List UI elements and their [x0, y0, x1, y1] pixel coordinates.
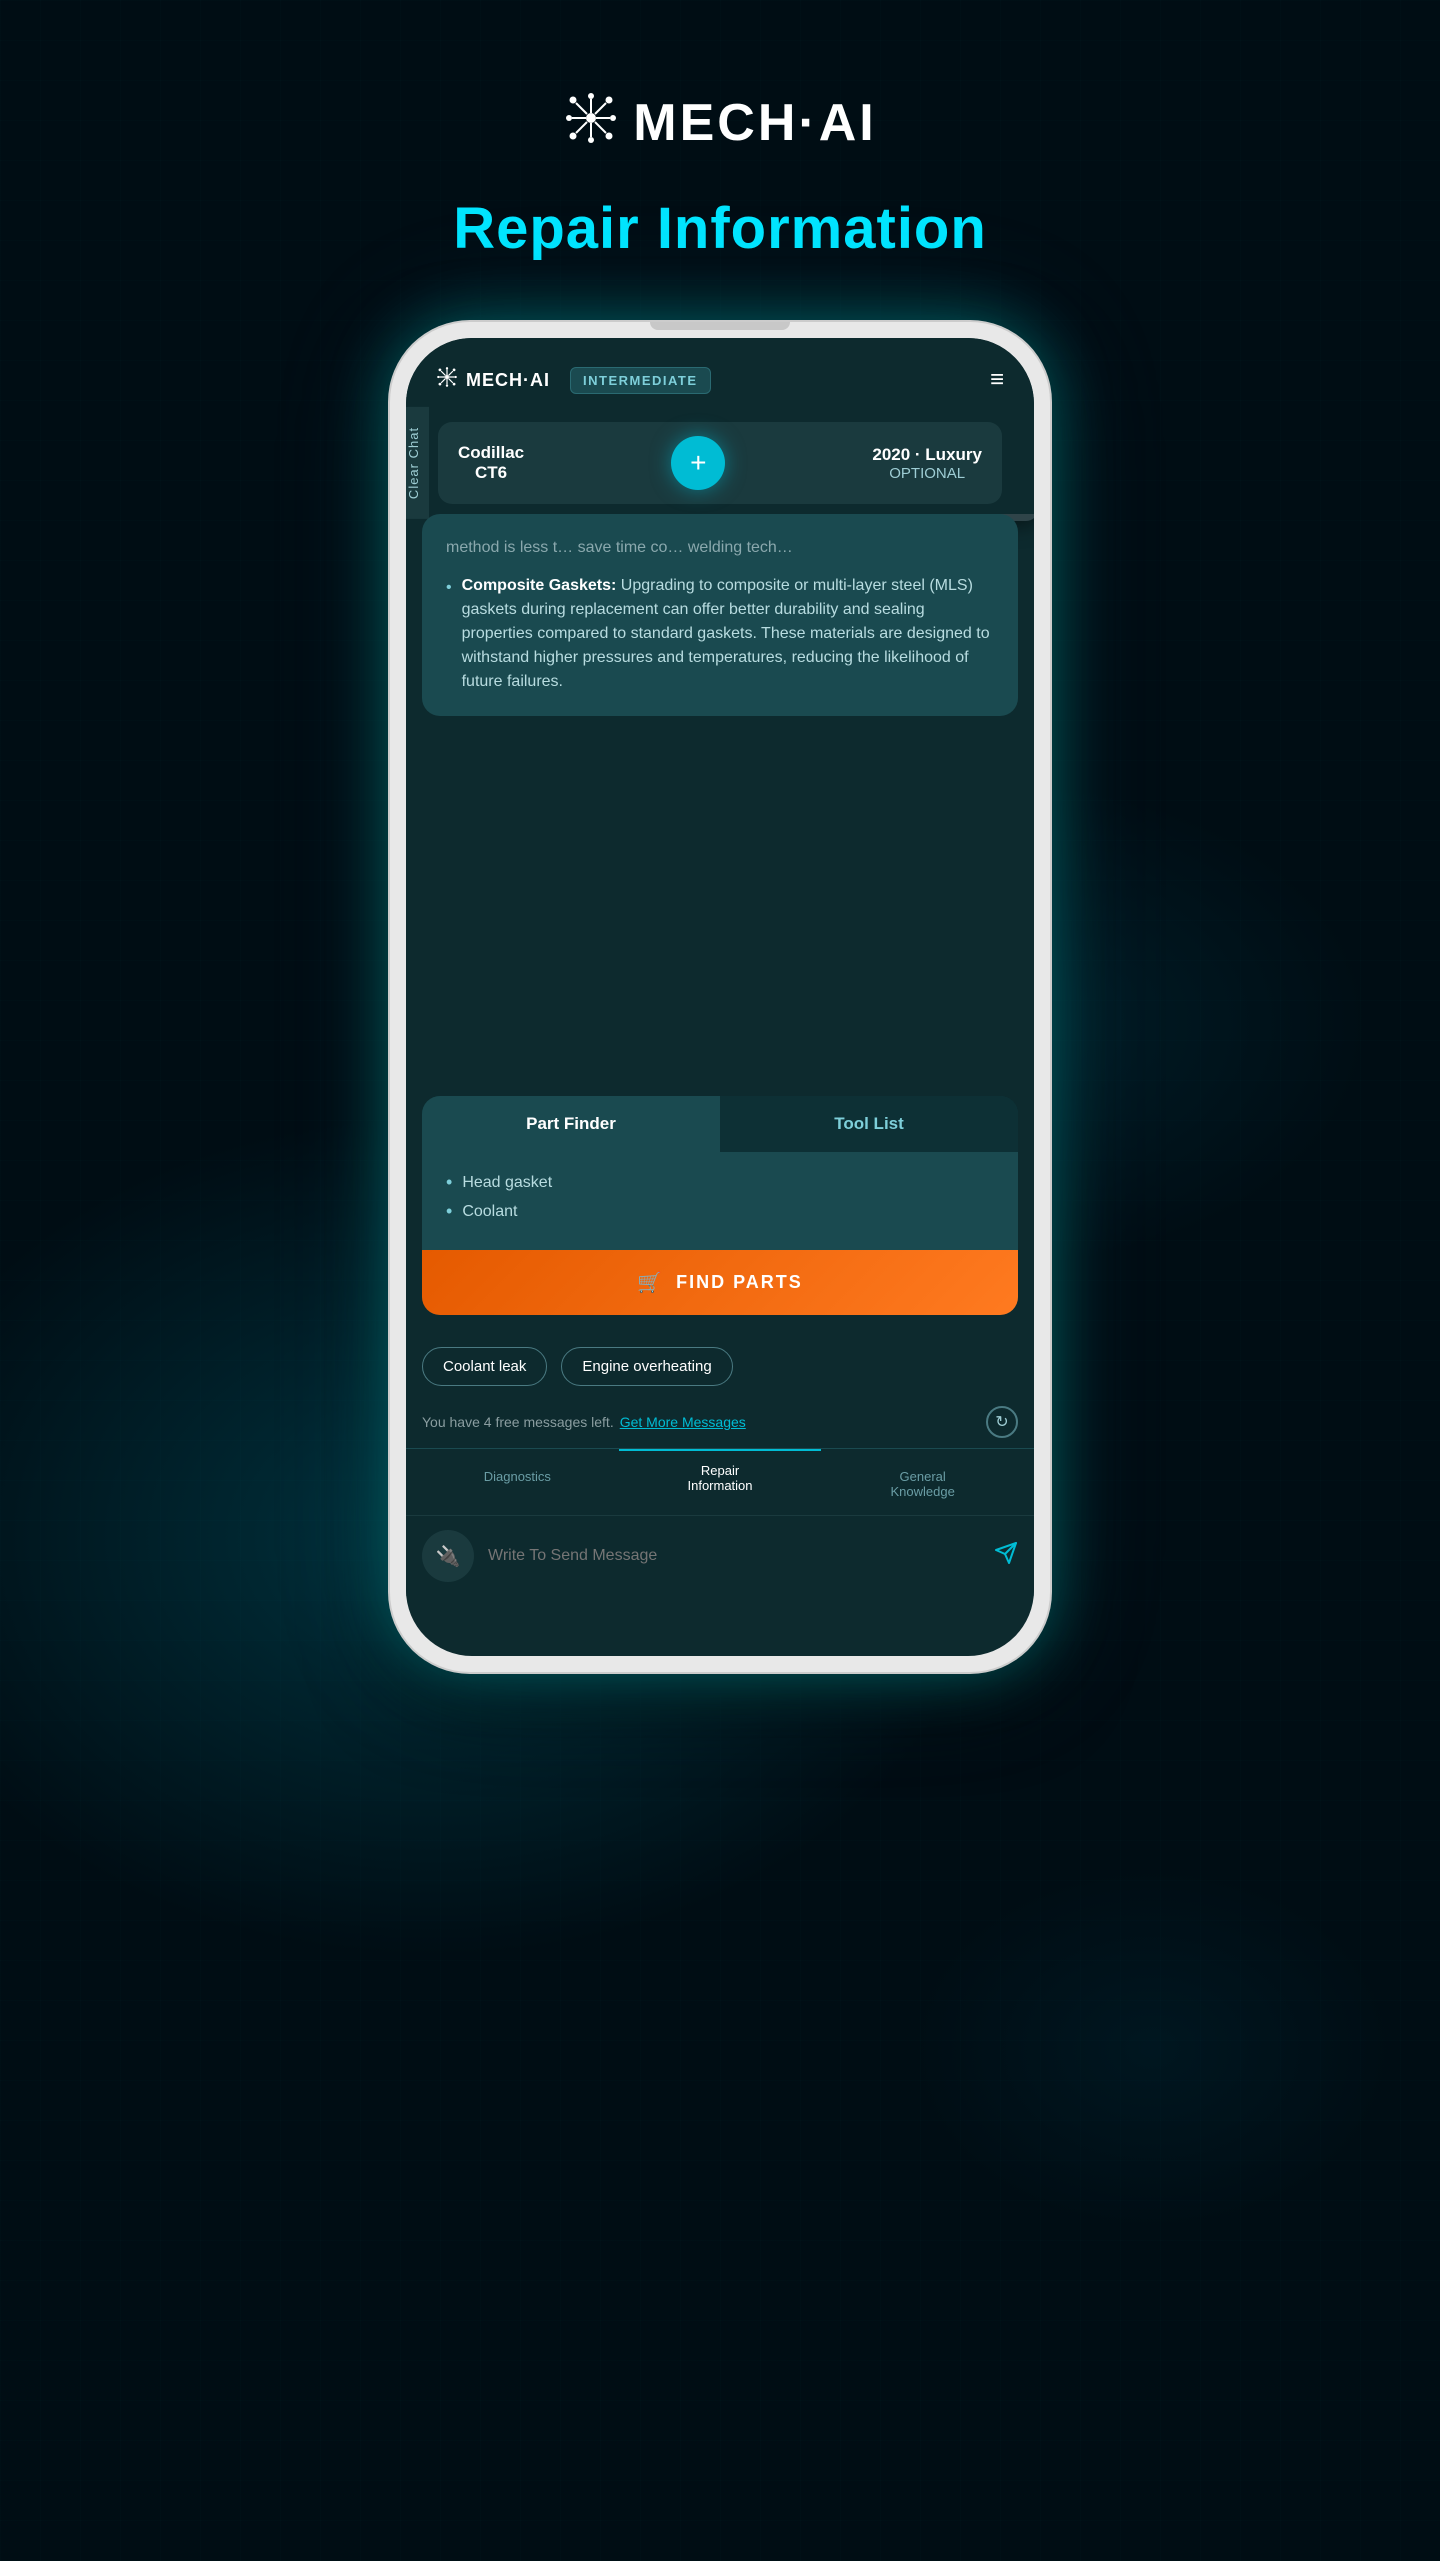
parts-list: • Head gasket • Coolant — [422, 1152, 1018, 1250]
find-parts-button[interactable]: 🛒 FIND PARTS — [422, 1250, 1018, 1315]
bullet-icon-2: • — [446, 1201, 452, 1222]
small-logo-text: MECH·AI — [466, 370, 550, 391]
nav-repair-info[interactable]: RepairInformation — [619, 1449, 822, 1505]
logo-circuit-icon — [563, 90, 619, 155]
part-name-coolant: Coolant — [462, 1203, 517, 1221]
part-item-gasket: • Head gasket — [446, 1172, 994, 1193]
car-info-left: Codillac CT6 — [458, 443, 524, 483]
chip-coolant-leak[interactable]: Coolant leak — [422, 1347, 547, 1386]
part-finder-card: Part Finder Tool List • Head gasket • Co… — [422, 1096, 1018, 1315]
part-item-coolant: • Coolant — [446, 1201, 994, 1222]
part-finder-tabs: Part Finder Tool List — [422, 1096, 1018, 1152]
small-circuit-icon — [436, 366, 458, 394]
message-composite: • Composite Gaskets: Upgrading to compos… — [446, 574, 994, 694]
app-logo: MECH·AI — [563, 90, 876, 155]
page-title: Repair Information — [453, 195, 987, 262]
car-model: Codillac — [458, 443, 524, 463]
refresh-icon[interactable]: ↻ — [986, 1406, 1018, 1438]
get-more-messages-link[interactable]: Get More Messages — [620, 1414, 746, 1430]
message-truncated: method is less t… save time co… welding … — [446, 536, 994, 560]
bottom-nav: Diagnostics RepairInformation GeneralKno… — [406, 1448, 1034, 1515]
level-badge: INTERMEDIATE — [570, 367, 711, 394]
quick-chips-container: Coolant leak Engine overheating — [406, 1331, 1034, 1396]
car-year: 2020 · Luxury — [872, 445, 982, 465]
chip-engine-overheating[interactable]: Engine overheating — [561, 1347, 732, 1386]
obd-icon: 🔌 — [422, 1530, 474, 1582]
find-parts-label: FIND PARTS — [676, 1272, 803, 1293]
cart-icon: 🛒 — [637, 1270, 664, 1295]
clear-chat-label: Clear Chat — [406, 427, 421, 499]
app-header: MECH·AI INTERMEDIATE ≡ — [406, 338, 1034, 412]
phone-notch — [650, 322, 790, 330]
add-vehicle-button[interactable]: + — [671, 436, 725, 490]
send-icon[interactable] — [994, 1541, 1018, 1571]
app-logo-small: MECH·AI — [436, 366, 550, 394]
input-area: 🔌 — [406, 1515, 1034, 1596]
tab-part-finder[interactable]: Part Finder — [422, 1096, 720, 1152]
chip-coolant-text: Coolant leak — [443, 1358, 526, 1375]
sidebar-clear-chat[interactable]: Clear Chat — [406, 407, 429, 519]
chip-overheating-text: Engine overheating — [582, 1358, 711, 1375]
car-trim: CT6 — [458, 463, 524, 483]
free-messages-bar: You have 4 free messages left. Get More … — [406, 1396, 1034, 1448]
car-package: OPTIONAL — [872, 465, 982, 482]
message-input[interactable] — [488, 1547, 980, 1565]
nav-diagnostics[interactable]: Diagnostics — [416, 1463, 619, 1505]
phone-mockup: MECH·AI INTERMEDIATE ≡ Clear Chat — [390, 322, 1050, 1672]
message-bubble: method is less t… save time co… welding … — [422, 514, 1018, 716]
car-info-right: 2020 · Luxury OPTIONAL — [872, 445, 982, 482]
car-selector[interactable]: Clear Chat Codillac CT6 + 2020 · Luxury … — [438, 422, 1002, 504]
logo-text: MECH·AI — [633, 93, 876, 153]
nav-general-knowledge[interactable]: GeneralKnowledge — [821, 1463, 1024, 1505]
tab-tool-list[interactable]: Tool List — [720, 1096, 1018, 1152]
bullet-icon: • — [446, 1172, 452, 1193]
hamburger-icon[interactable]: ≡ — [990, 368, 1004, 392]
free-messages-text: You have 4 free messages left. — [422, 1414, 614, 1430]
part-name-gasket: Head gasket — [462, 1174, 552, 1192]
